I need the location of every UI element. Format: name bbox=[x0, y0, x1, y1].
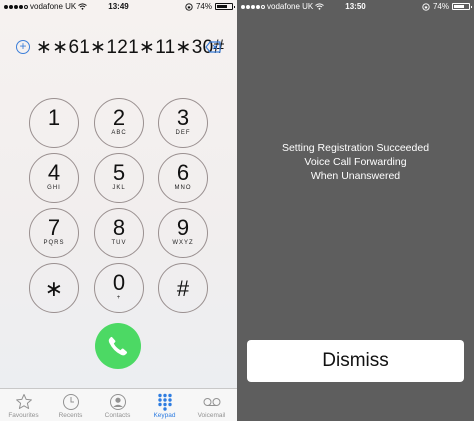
key-4[interactable]: 4 GHI bbox=[29, 153, 79, 203]
key-digit: ∗ bbox=[44, 276, 64, 301]
clock-icon bbox=[62, 394, 79, 410]
key-5[interactable]: 5 JKL bbox=[94, 153, 144, 203]
key-letters: PQRS bbox=[43, 240, 65, 246]
key-digit: 9 bbox=[176, 215, 190, 240]
battery-icon bbox=[215, 3, 235, 10]
key-digit: 7 bbox=[47, 215, 61, 240]
key-digit: 6 bbox=[176, 160, 190, 185]
battery-icon bbox=[452, 3, 472, 10]
battery-percent: 74% bbox=[195, 2, 212, 11]
key-9[interactable]: 9 WXYZ bbox=[158, 208, 208, 258]
key-letters: GHI bbox=[47, 185, 61, 191]
tab-bar: Favourites Recents Contacts Keypad Voice… bbox=[0, 388, 237, 421]
key-letters: ABC bbox=[111, 130, 127, 136]
message-line-1: Setting Registration Succeeded bbox=[281, 142, 430, 154]
dialed-number: ∗∗61∗121∗11∗30# bbox=[36, 37, 225, 58]
key-1[interactable]: 1 bbox=[29, 98, 79, 148]
rotation-lock-icon bbox=[185, 2, 193, 11]
tab-favourites[interactable]: Favourites bbox=[0, 393, 47, 419]
contact-icon bbox=[109, 394, 126, 410]
status-bar: vodafone UK 13:49 74% bbox=[0, 0, 237, 14]
key-7[interactable]: 7 PQRS bbox=[29, 208, 79, 258]
key-3[interactable]: 3 DEF bbox=[158, 98, 208, 148]
call-button[interactable] bbox=[95, 323, 141, 369]
phone-icon bbox=[108, 336, 128, 356]
tab-recents[interactable]: Recents bbox=[47, 393, 94, 419]
alert-message: Setting Registration Succeeded Voice Cal… bbox=[237, 141, 474, 183]
keypad-icon bbox=[157, 393, 172, 411]
message-line-2: Voice Call Forwarding bbox=[304, 156, 407, 168]
key-letters: JKL bbox=[112, 185, 126, 191]
tab-label: Favourites bbox=[8, 412, 39, 419]
message-line-3: When Unanswered bbox=[310, 170, 401, 182]
tab-label: Voicemail bbox=[197, 412, 226, 419]
key-digit: 0 bbox=[112, 270, 126, 295]
key-letters: MNO bbox=[174, 185, 192, 191]
status-bar: vodafone UK 13:50 74% bbox=[237, 0, 474, 14]
tab-label: Keypad bbox=[153, 412, 176, 419]
key-digit: 8 bbox=[112, 215, 126, 240]
tab-voicemail[interactable]: Voicemail bbox=[188, 393, 235, 419]
key-hash[interactable]: # bbox=[158, 263, 208, 313]
key-digit: # bbox=[176, 276, 190, 301]
key-digit: 2 bbox=[112, 105, 126, 130]
voicemail-icon bbox=[203, 398, 220, 406]
key-letters: DEF bbox=[175, 130, 191, 136]
result-screen: vodafone UK 13:50 74% Setting Registrati… bbox=[237, 0, 474, 421]
tab-label: Contacts bbox=[104, 412, 131, 419]
battery-percent: 74% bbox=[432, 2, 449, 11]
star-icon bbox=[15, 394, 32, 409]
dial-row: + ∗∗61∗121∗11∗30# bbox=[0, 36, 237, 60]
key-star[interactable]: ∗ bbox=[29, 263, 79, 313]
key-digit: 4 bbox=[47, 160, 61, 185]
key-digit: 3 bbox=[176, 105, 190, 130]
key-8[interactable]: 8 TUV bbox=[94, 208, 144, 258]
key-6[interactable]: 6 MNO bbox=[158, 153, 208, 203]
tab-label: Recents bbox=[58, 412, 83, 419]
tab-contacts[interactable]: Contacts bbox=[94, 393, 141, 419]
key-digit: 1 bbox=[47, 105, 61, 130]
delete-icon[interactable] bbox=[205, 41, 221, 53]
key-letters: TUV bbox=[111, 240, 127, 246]
tab-keypad[interactable]: Keypad bbox=[141, 393, 188, 419]
dismiss-button[interactable]: Dismiss bbox=[247, 340, 464, 382]
key-letters: WXYZ bbox=[172, 240, 194, 246]
add-contact-icon[interactable]: + bbox=[16, 40, 30, 54]
rotation-lock-icon bbox=[422, 2, 430, 11]
keypad-screen: vodafone UK 13:49 74% + ∗∗61∗121∗11∗30# … bbox=[0, 0, 237, 421]
key-letters: + bbox=[116, 295, 122, 301]
key-digit: 5 bbox=[112, 160, 126, 185]
key-2[interactable]: 2 ABC bbox=[94, 98, 144, 148]
key-0[interactable]: 0 + bbox=[94, 263, 144, 313]
